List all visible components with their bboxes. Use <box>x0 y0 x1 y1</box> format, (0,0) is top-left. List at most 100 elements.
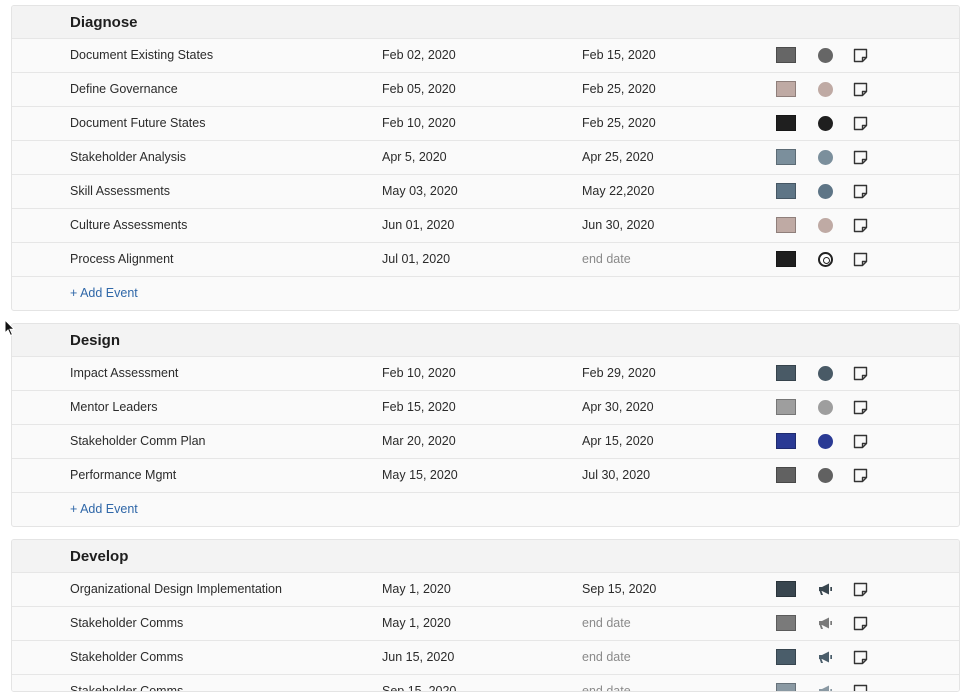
end-date[interactable]: Apr 30, 2020 <box>582 391 654 424</box>
end-date[interactable]: end date <box>582 675 631 691</box>
status-dot[interactable] <box>818 468 833 483</box>
note-icon[interactable] <box>853 684 868 692</box>
event-row[interactable]: Impact Assessment Feb 10, 2020 Feb 29, 202… <box>12 357 959 391</box>
event-name[interactable]: Stakeholder Comms <box>70 607 183 640</box>
color-swatch[interactable] <box>776 217 796 233</box>
end-date[interactable]: May 22,2020 <box>582 175 654 208</box>
event-row[interactable]: Stakeholder Comms May 1, 2020 end date <box>12 607 959 641</box>
event-row[interactable]: Document Existing States Feb 02, 2020 Feb … <box>12 39 959 73</box>
color-swatch[interactable] <box>776 615 796 631</box>
status-dot[interactable] <box>818 184 833 199</box>
event-row[interactable]: Document Future States Feb 10, 2020 Feb 25… <box>12 107 959 141</box>
color-swatch[interactable] <box>776 251 796 267</box>
note-icon[interactable] <box>853 650 868 665</box>
color-swatch[interactable] <box>776 581 796 597</box>
note-icon[interactable] <box>853 616 868 631</box>
end-date[interactable]: Jul 30, 2020 <box>582 459 650 492</box>
event-name[interactable]: Culture Assessments <box>70 209 187 242</box>
event-row[interactable]: Process Alignment Jul 01, 2020 end date <box>12 243 959 277</box>
note-icon[interactable] <box>853 400 868 415</box>
note-icon[interactable] <box>853 468 868 483</box>
note-icon[interactable] <box>853 184 868 199</box>
start-date[interactable]: Feb 02, 2020 <box>382 39 456 72</box>
color-swatch[interactable] <box>776 81 796 97</box>
note-icon[interactable] <box>853 116 868 131</box>
event-row[interactable]: Organizational Design Implementation May … <box>12 573 959 607</box>
event-name[interactable]: Document Future States <box>70 107 205 140</box>
event-name[interactable]: Skill Assessments <box>70 175 170 208</box>
status-dot[interactable] <box>818 434 833 449</box>
megaphone-icon[interactable] <box>818 684 833 691</box>
end-date[interactable]: end date <box>582 243 631 276</box>
event-name[interactable]: Stakeholder Analysis <box>70 141 186 174</box>
color-swatch[interactable] <box>776 399 796 415</box>
note-icon[interactable] <box>853 82 868 97</box>
event-name[interactable]: Define Governance <box>70 73 178 106</box>
event-row[interactable]: Performance Mgmt May 15, 2020 Jul 30, 2020 <box>12 459 959 493</box>
end-date[interactable]: Feb 25, 2020 <box>582 73 656 106</box>
add-event-link[interactable]: + Add Event <box>70 502 138 516</box>
start-date[interactable]: May 1, 2020 <box>382 573 451 606</box>
megaphone-icon[interactable] <box>818 616 833 631</box>
status-dot[interactable] <box>818 366 833 381</box>
event-row[interactable]: Stakeholder Analysis Apr 5, 2020 Apr 25, 2… <box>12 141 959 175</box>
megaphone-icon[interactable] <box>818 650 833 665</box>
status-dot[interactable] <box>818 218 833 233</box>
end-date[interactable]: end date <box>582 641 631 674</box>
start-date[interactable]: Mar 20, 2020 <box>382 425 456 458</box>
color-swatch[interactable] <box>776 183 796 199</box>
event-row[interactable]: Culture Assessments Jun 01, 2020 Jun 30, 2… <box>12 209 959 243</box>
end-date[interactable]: Feb 25, 2020 <box>582 107 656 140</box>
end-date[interactable]: Feb 29, 2020 <box>582 357 656 390</box>
event-name[interactable]: Document Existing States <box>70 39 213 72</box>
event-name[interactable]: Mentor Leaders <box>70 391 158 424</box>
start-date[interactable]: Jun 01, 2020 <box>382 209 454 242</box>
start-date[interactable]: Apr 5, 2020 <box>382 141 447 174</box>
end-date[interactable]: Sep 15, 2020 <box>582 573 656 606</box>
color-swatch[interactable] <box>776 365 796 381</box>
target-icon[interactable] <box>818 252 833 267</box>
event-name[interactable]: Stakeholder Comm Plan <box>70 425 205 458</box>
status-dot[interactable] <box>818 400 833 415</box>
color-swatch[interactable] <box>776 467 796 483</box>
event-row[interactable]: Stakeholder Comms Jun 15, 2020 end date <box>12 641 959 675</box>
color-swatch[interactable] <box>776 115 796 131</box>
end-date[interactable]: Feb 15, 2020 <box>582 39 656 72</box>
event-row[interactable]: Skill Assessments May 03, 2020 May 22,2020 <box>12 175 959 209</box>
end-date[interactable]: Apr 25, 2020 <box>582 141 654 174</box>
event-name[interactable]: Process Alignment <box>70 243 174 276</box>
status-dot[interactable] <box>818 116 833 131</box>
event-name[interactable]: Performance Mgmt <box>70 459 176 492</box>
start-date[interactable]: Jul 01, 2020 <box>382 243 450 276</box>
status-dot[interactable] <box>818 82 833 97</box>
event-name[interactable]: Stakeholder Comms <box>70 641 183 674</box>
end-date[interactable]: Jun 30, 2020 <box>582 209 654 242</box>
color-swatch[interactable] <box>776 433 796 449</box>
start-date[interactable]: Feb 15, 2020 <box>382 391 456 424</box>
note-icon[interactable] <box>853 48 868 63</box>
event-row[interactable]: Stakeholder Comms Sep 15, 2020 end date <box>12 675 959 692</box>
note-icon[interactable] <box>853 434 868 449</box>
status-dot[interactable] <box>818 48 833 63</box>
note-icon[interactable] <box>853 366 868 381</box>
end-date[interactable]: Apr 15, 2020 <box>582 425 654 458</box>
start-date[interactable]: Sep 15, 2020 <box>382 675 456 691</box>
note-icon[interactable] <box>853 218 868 233</box>
event-row[interactable]: Define Governance Feb 05, 2020 Feb 25, 202… <box>12 73 959 107</box>
event-name[interactable]: Organizational Design Implementation <box>70 573 282 606</box>
color-swatch[interactable] <box>776 649 796 665</box>
end-date[interactable]: end date <box>582 607 631 640</box>
note-icon[interactable] <box>853 150 868 165</box>
start-date[interactable]: May 15, 2020 <box>382 459 458 492</box>
status-dot[interactable] <box>818 150 833 165</box>
note-icon[interactable] <box>853 582 868 597</box>
note-icon[interactable] <box>853 252 868 267</box>
start-date[interactable]: Feb 05, 2020 <box>382 73 456 106</box>
megaphone-icon[interactable] <box>818 582 833 597</box>
event-name[interactable]: Stakeholder Comms <box>70 675 183 691</box>
start-date[interactable]: May 1, 2020 <box>382 607 451 640</box>
start-date[interactable]: May 03, 2020 <box>382 175 458 208</box>
color-swatch[interactable] <box>776 47 796 63</box>
event-row[interactable]: Mentor Leaders Feb 15, 2020 Apr 30, 2020 <box>12 391 959 425</box>
start-date[interactable]: Feb 10, 2020 <box>382 107 456 140</box>
